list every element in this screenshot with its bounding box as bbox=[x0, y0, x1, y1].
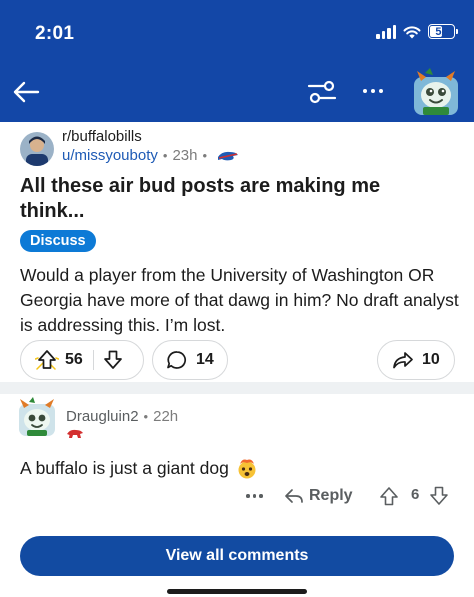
section-divider bbox=[0, 382, 474, 394]
post-meta: u/missyouboty • 23h • bbox=[62, 147, 240, 164]
signal-icon bbox=[376, 24, 396, 39]
upvote-icon[interactable] bbox=[35, 349, 59, 371]
more-options-button[interactable] bbox=[356, 76, 390, 106]
post-actions: 56 14 10 bbox=[0, 340, 474, 380]
comment-time: 22h bbox=[153, 408, 179, 425]
subreddit-avatar[interactable] bbox=[20, 132, 54, 166]
post-body: Would a player from the University of Wa… bbox=[20, 265, 459, 335]
share-count: 10 bbox=[422, 351, 440, 368]
meta-separator: • bbox=[162, 148, 168, 163]
share-button[interactable]: 10 bbox=[377, 340, 455, 380]
sort-filter-button[interactable] bbox=[304, 74, 340, 110]
reply-button[interactable]: Reply bbox=[284, 484, 353, 508]
share-arrow-icon bbox=[393, 352, 413, 369]
comment-author[interactable]: Draugluin2 bbox=[66, 408, 139, 425]
back-button[interactable] bbox=[8, 74, 44, 110]
post-flair-chip[interactable]: Discuss bbox=[20, 230, 96, 252]
red-buffalo-icon bbox=[67, 429, 83, 438]
wifi-icon bbox=[403, 25, 421, 38]
upvote-count: 56 bbox=[65, 351, 83, 368]
downvote-icon bbox=[430, 486, 448, 505]
more-icon bbox=[246, 494, 250, 498]
more-icon bbox=[363, 89, 367, 93]
status-time: 2:01 bbox=[35, 23, 75, 44]
battery-icon: 52 bbox=[428, 24, 455, 39]
post-author[interactable]: u/missyouboty bbox=[62, 147, 158, 164]
comments-button[interactable]: 14 bbox=[152, 340, 228, 380]
meta-separator: • bbox=[143, 409, 149, 424]
comment-meta: Draugluin2 • 22h bbox=[66, 408, 178, 425]
back-arrow-icon bbox=[13, 81, 40, 103]
comment-text: A buffalo is just a giant dog bbox=[20, 457, 229, 478]
post-title[interactable]: All these air bud posts are making me th… bbox=[20, 174, 440, 224]
comment-actions: Reply 6 bbox=[0, 484, 474, 510]
upvote-icon bbox=[380, 487, 398, 506]
vote-control: 56 bbox=[20, 340, 144, 380]
bills-logo-icon bbox=[218, 151, 239, 160]
profile-avatar[interactable] bbox=[411, 67, 461, 117]
post-time: 23h bbox=[172, 147, 198, 164]
view-all-comments-button[interactable]: View all comments bbox=[20, 536, 454, 576]
top-header: 2:01 52 bbox=[0, 0, 474, 122]
comment-count: 14 bbox=[196, 351, 214, 368]
comment-more-button[interactable] bbox=[246, 486, 263, 506]
exploding-head-emoji bbox=[238, 459, 256, 479]
meta-separator: • bbox=[202, 148, 208, 163]
sliders-icon bbox=[307, 80, 337, 104]
status-icons: 52 bbox=[376, 24, 458, 39]
subreddit-name[interactable]: r/buffalobills bbox=[62, 128, 142, 145]
comment-bubble-icon bbox=[167, 351, 187, 369]
comment-vote-count: 6 bbox=[411, 486, 420, 503]
home-indicator[interactable] bbox=[167, 589, 307, 594]
battery-percent: 52 bbox=[435, 25, 448, 38]
reply-arrow-icon bbox=[285, 489, 303, 503]
reply-label: Reply bbox=[309, 487, 353, 504]
comment-downvote-button[interactable] bbox=[428, 484, 450, 508]
commenter-avatar[interactable] bbox=[16, 396, 58, 438]
downvote-icon[interactable] bbox=[103, 350, 123, 370]
comment-upvote-button[interactable] bbox=[378, 484, 400, 508]
comment-body: A buffalo is just a giant dog bbox=[20, 457, 258, 479]
